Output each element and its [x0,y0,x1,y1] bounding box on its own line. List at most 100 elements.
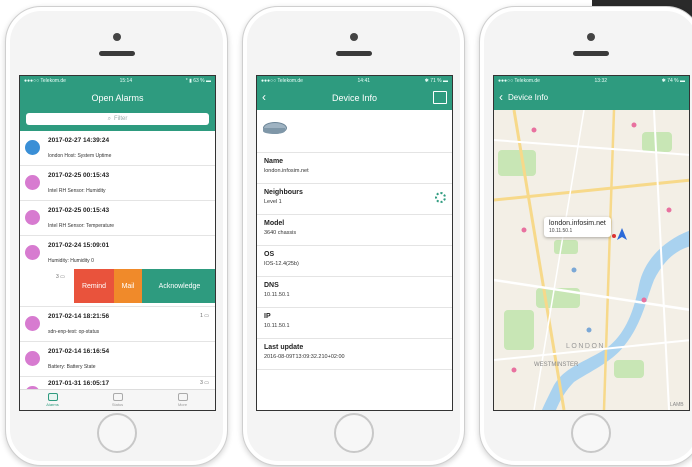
alarm-description: Humidity: Humidity 0 [48,258,94,264]
home-button[interactable] [570,413,611,453]
alarm-description: london Host: System Uptime [48,153,112,159]
field-label: Neighbours [264,189,303,196]
map-label-london: LONDON [566,343,605,350]
park-area [498,150,536,176]
map-screen: ●●●○○ Telekom.de 13:32 ✱ 74 % ▬ ‹ Device… [493,75,690,411]
map-icon[interactable] [433,91,447,104]
device-icon-row [257,110,452,153]
mail-button[interactable]: Mail [114,269,142,303]
map-view[interactable]: WESTMINSTER LONDON LAMB london.infosim.n… [494,110,689,410]
earpiece-speaker [335,51,372,56]
alarm-date: 2017-01-31 16:05:17 [48,380,110,387]
battery-indicator: * ▮ 63 % ▬ [185,78,211,84]
alarm-date: 2017-02-14 16:16:54 [48,348,110,355]
front-camera [586,33,595,41]
earpiece-speaker [98,51,135,56]
carrier-label: ●●●○○ Telekom.de [24,78,66,84]
clock: 14:41 [357,78,371,84]
tab-label: Alarms [46,402,59,407]
remind-button[interactable]: Remind [74,269,114,303]
field-value: 10.11.50.1 [264,292,290,298]
alarm-description: sdn-enp-test: op-status [48,329,100,335]
tab-label: More [177,402,188,407]
alarm-date: 2017-02-25 00:15:43 [48,207,110,214]
field-value: 10.11.50.1 [264,323,290,329]
tab-status[interactable]: Status [85,390,150,410]
alarm-count: 3 ▭ [56,274,65,280]
alarm-severity-dot [25,175,40,190]
carrier-label: ●●●○○ Telekom.de [498,78,540,84]
field-ip: IP 10.11.50.1 [257,308,452,339]
alarm-severity-dot [25,140,40,155]
clock: 13:32 [594,78,608,84]
alarm-row[interactable]: 2017-02-25 00:15:43 Intel RH Sensor: Hum… [20,166,215,201]
filter-placeholder: Filter [114,116,128,122]
alarm-count: 3 ▭ [200,380,209,386]
swipe-actions: Remind Mail Acknowledge [74,269,215,303]
status-bar: ●●●○○ Telekom.de 15:14 * ▮ 63 % ▬ [20,76,215,86]
map-label-lamb: LAMB [670,402,684,408]
menu-icon [177,393,188,401]
tab-more[interactable]: More [150,390,215,410]
field-os: OS IOS-12.4(25b) [257,246,452,277]
home-button[interactable] [333,413,374,453]
park-area [554,240,578,254]
nav-bar: ‹ Device Info [257,86,452,110]
chevron-left-icon[interactable]: ‹ [262,91,266,103]
alarm-date: 2017-02-25 00:15:43 [48,172,110,179]
page-title: Open Alarms [91,93,144,103]
field-last-update: Last update 2016-08-09T13:09:32.210+02:0… [257,339,452,370]
status-bar: ●●●○○ Telekom.de 14:41 ✱ 71 % ▬ [257,76,452,86]
field-value: IOS-12.4(25b) [264,261,299,267]
carrier-label: ●●●○○ Telekom.de [261,78,303,84]
callout-subtitle: 10.11.50.1 [549,228,573,234]
nav-bar: Open Alarms [20,86,215,110]
monitor-icon [112,393,123,401]
field-label: Name [264,158,284,165]
topology-icon[interactable] [435,192,446,203]
alarm-severity-dot [25,316,40,331]
device-pin[interactable] [612,234,616,238]
tab-alarms[interactable]: Alarms [20,390,85,410]
front-camera [112,33,121,41]
back-button[interactable]: Device Info [508,93,548,102]
callout-title: london.infosim.net [549,220,606,227]
alarm-severity-dot [25,351,40,366]
field-value: 2016-08-09T13:09:32.210+02:00 [264,354,345,360]
field-value: 3640 chassis [264,230,297,236]
home-button[interactable] [96,413,137,453]
park-area [504,310,534,350]
field-dns: DNS 10.11.50.1 [257,277,452,308]
phone-frame-map: ●●●○○ Telekom.de 13:32 ✱ 74 % ▬ ‹ Device… [479,6,692,466]
alarm-description: Battery: Battery State [48,364,96,370]
field-model: Model 3640 chassis [257,215,452,246]
battery-indicator: ✱ 71 % ▬ [424,78,448,84]
tab-label: Status [111,402,124,407]
park-area [614,360,644,378]
alarm-date: 2017-02-14 18:21:56 [48,313,110,320]
front-camera [349,33,358,41]
alarm-row[interactable]: 2017-02-14 16:16:54 Battery: Battery Sta… [20,342,215,377]
alarm-description: Intel RH Sensor: Humidity [48,188,106,194]
device-info-screen: ●●●○○ Telekom.de 14:41 ✱ 71 % ▬ ‹ Device… [256,75,453,411]
filter-input[interactable]: ⌕ Filter [26,113,209,125]
alarm-description: Intel RH Sensor: Temperature [48,223,115,229]
earpiece-speaker [572,51,609,56]
search-icon: ⌕ [107,115,112,122]
field-neighbours[interactable]: Neighbours Level 1 [257,184,452,215]
alarm-date: 2017-02-24 15:09:01 [48,242,110,249]
alarm-row[interactable]: 2017-02-25 00:15:43 Intel RH Sensor: Tem… [20,201,215,236]
nav-bar: ‹ Device Info [494,86,689,110]
park-area [642,132,672,152]
alarm-date: 2017-02-27 14:39:24 [48,137,110,144]
alarm-count: 1 ▭ [200,313,209,319]
device-callout[interactable]: london.infosim.net 10.11.50.1 [544,217,611,237]
chevron-left-icon[interactable]: ‹ [499,91,503,103]
filter-bar: ⌕ Filter [20,110,215,131]
router-icon [263,122,287,134]
alarm-row-swiped[interactable]: 2017-02-24 15:09:01 Humidity: Humidity 0… [20,236,215,307]
acknowledge-button[interactable]: Acknowledge [142,269,215,303]
alarm-row[interactable]: 2017-02-27 14:39:24 london Host: System … [20,131,215,166]
field-label: OS [264,251,275,258]
alarm-row[interactable]: 2017-02-14 18:21:56 sdn-enp-test: op-sta… [20,307,215,342]
